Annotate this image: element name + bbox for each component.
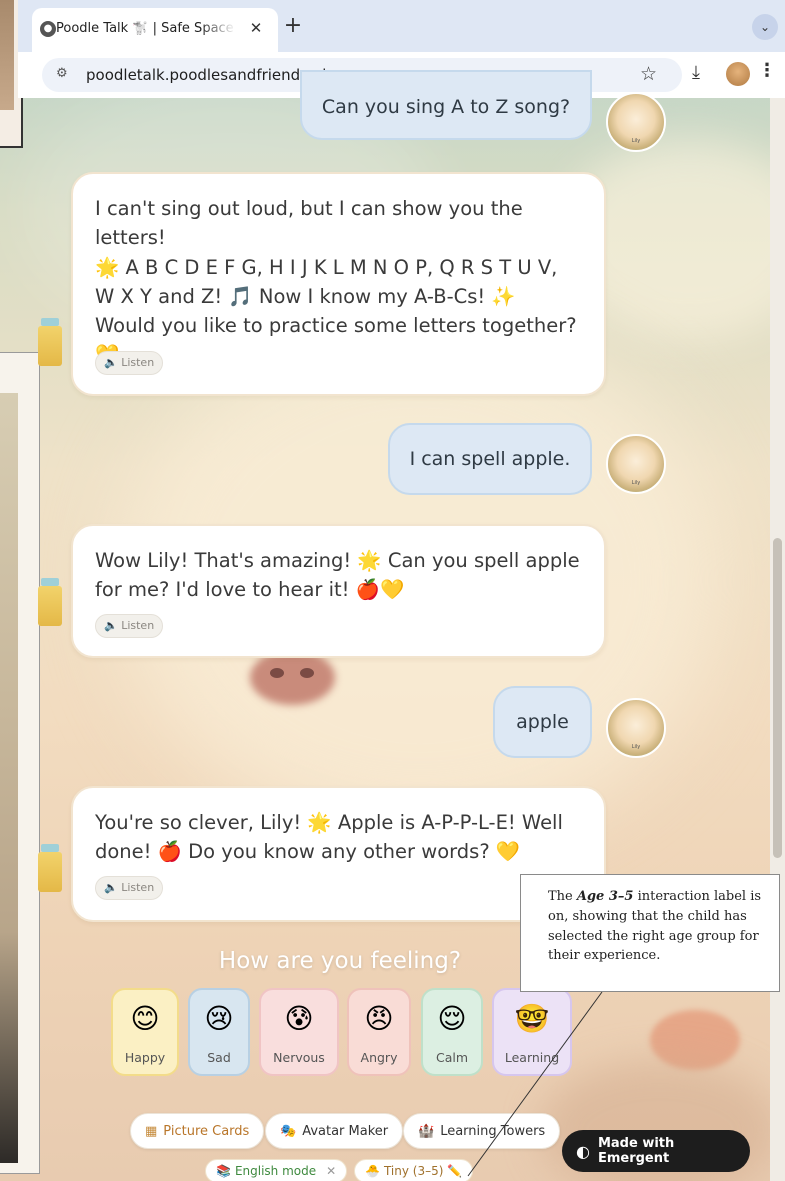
download-icon[interactable]: ⤓	[692, 62, 700, 83]
english-mode-label: English mode	[234, 1164, 317, 1178]
tab-search-icon[interactable]: ⌄	[752, 14, 778, 40]
grid-icon: ▦	[145, 1123, 158, 1139]
age-label: Tiny (3–5)	[383, 1164, 444, 1178]
feeling-nervous-button[interactable]: 😰 Nervous	[259, 988, 339, 1076]
browser-tab-bar: ● Poodle Talk 🐩 | Safe Space fo ✕ + ⌄	[18, 0, 785, 52]
book-icon: 📚	[216, 1164, 231, 1178]
profile-avatar[interactable]	[726, 62, 750, 86]
user-message: I can spell apple.	[388, 423, 592, 495]
bot-avatar	[38, 578, 62, 626]
avatar-maker-icon: 🎭	[280, 1123, 297, 1139]
bot-message-line: Wow Lily! That's amazing! 🌟 Can you spel…	[95, 549, 580, 572]
bot-message: I can't sing out loud, but I can show yo…	[71, 172, 606, 396]
feelings-title: How are you feeling?	[218, 948, 462, 974]
avatar-maker-label: Avatar Maker	[302, 1123, 389, 1139]
bot-message-line: 💛	[95, 340, 582, 369]
bot-message-line: W X Y and Z! 🎵 Now I know my A-B-Cs! ✨	[95, 284, 516, 308]
listen-button[interactable]: 🔈 Listen	[95, 876, 164, 900]
bot-message-line: Would you like to practice some letters …	[95, 314, 577, 337]
scrollbar-thumb[interactable]	[773, 538, 782, 858]
feeling-learning-button[interactable]: 🤓 Learning	[492, 988, 572, 1076]
made-with-emergent-badge[interactable]: ◐ Made with Emergent	[562, 1130, 750, 1172]
new-tab-button[interactable]: +	[281, 15, 305, 39]
english-mode-close-icon[interactable]: ✕	[326, 1164, 336, 1178]
browser-tab[interactable]: ● Poodle Talk 🐩 | Safe Space fo ✕	[32, 8, 278, 52]
listen-button[interactable]: 🔈 Listen	[95, 351, 164, 375]
sad-face-icon: 😢	[204, 1002, 234, 1035]
feeling-happy-button[interactable]: 😊 Happy	[111, 988, 179, 1076]
feeling-label: Sad	[207, 1050, 231, 1065]
favicon-icon: ●	[40, 21, 56, 37]
annotation-callout: The Age 3–5 interaction label is on, sho…	[520, 874, 780, 992]
learning-towers-button[interactable]: 🏰 Learning Towers	[403, 1113, 561, 1149]
feeling-angry-button[interactable]: 😠 Angry	[347, 988, 411, 1076]
learning-towers-label: Learning Towers	[440, 1123, 546, 1139]
happy-face-icon: 😊	[130, 1002, 160, 1035]
user-message: Can you sing A to Z song?	[300, 70, 592, 140]
badge-label: Made with Emergent	[597, 1136, 675, 1166]
user-message: apple	[493, 686, 592, 758]
calm-face-icon: 😌	[437, 1002, 467, 1035]
bot-message-line: for me? I'd love to hear it! 🍎💛	[95, 578, 405, 602]
user-message-text: I can spell apple.	[409, 448, 571, 470]
tab-title: Poodle Talk 🐩 | Safe Space fo	[56, 21, 236, 36]
bot-message-line: I can't sing out loud, but I can show yo…	[95, 197, 523, 250]
castle-icon: 🏰	[418, 1123, 435, 1139]
angry-face-icon: 😠	[364, 1002, 394, 1035]
feeling-label: Learning	[504, 1050, 560, 1065]
user-avatar: Lily	[606, 434, 666, 494]
learning-face-icon: 🤓	[514, 1002, 550, 1035]
feeling-label: Nervous	[273, 1050, 325, 1065]
feeling-calm-button[interactable]: 😌 Calm	[421, 988, 483, 1076]
more-menu-icon[interactable]: ⋮	[758, 60, 776, 81]
edit-pencil-icon[interactable]: ✏️	[447, 1164, 462, 1178]
picture-cards-button[interactable]: ▦ Picture Cards	[130, 1113, 265, 1149]
close-tab-icon[interactable]: ✕	[246, 18, 266, 38]
age-tag[interactable]: 🐣 Tiny (3–5) ✏️	[354, 1159, 474, 1181]
background-window-panel	[0, 352, 40, 1174]
chick-icon: 🐣	[365, 1164, 380, 1178]
listen-button[interactable]: 🔈 Listen	[95, 614, 164, 638]
english-mode-tag[interactable]: 📚 English mode ✕	[205, 1159, 348, 1181]
user-message-text: apple	[516, 711, 569, 733]
bot-message: Wow Lily! That's amazing! 🌟 Can you spel…	[71, 524, 606, 658]
site-info-icon[interactable]: ⚙	[56, 66, 68, 81]
bot-message-line: done! 🍎 Do you know any other words? 💛	[95, 840, 521, 864]
annotation-emphasis: Age 3–5	[576, 889, 634, 904]
bookmark-star-icon[interactable]: ☆	[640, 63, 657, 85]
bot-avatar	[38, 844, 62, 892]
annotation-pre: The	[548, 889, 577, 904]
feeling-label: Calm	[435, 1050, 469, 1065]
url-text: poodletalk.poodlesandfriends.uk	[86, 66, 331, 84]
bot-avatar	[38, 318, 62, 366]
emergent-logo-icon: ◐	[576, 1141, 590, 1161]
feeling-sad-button[interactable]: 😢 Sad	[188, 988, 250, 1076]
user-avatar: Lily	[606, 698, 666, 758]
bot-message-line: 🌟 A B C D E F G, H I J K L M N O P, Q R …	[95, 255, 558, 279]
feeling-label: Happy	[124, 1050, 166, 1065]
avatar-maker-button[interactable]: 🎭 Avatar Maker	[265, 1113, 404, 1149]
bot-message-line: You're so clever, Lily! 🌟 Apple is A-P-P…	[95, 811, 563, 834]
user-message-text: Can you sing A to Z song?	[321, 96, 571, 118]
page-scrollbar[interactable]	[770, 98, 785, 1181]
nervous-face-icon: 😰	[284, 1002, 314, 1035]
user-avatar: Lily	[606, 92, 666, 152]
picture-cards-label: Picture Cards	[163, 1123, 250, 1139]
feeling-label: Angry	[360, 1050, 398, 1065]
